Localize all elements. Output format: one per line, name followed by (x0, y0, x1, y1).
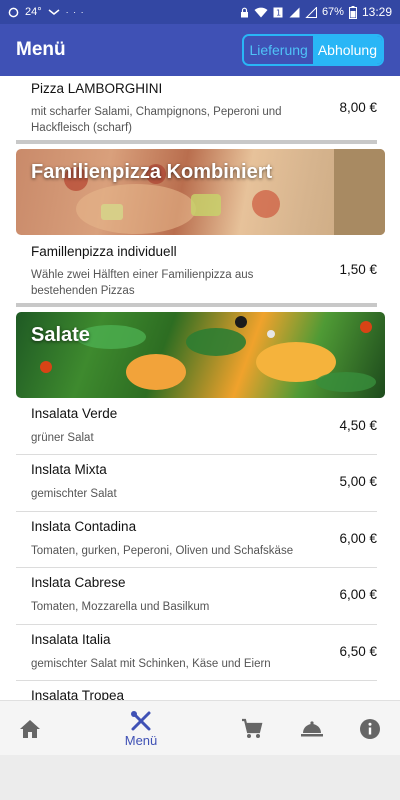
item-price: 6,00 € (339, 531, 377, 546)
list-item[interactable]: Inslata Mixta gemischter Salat 5,00 € (16, 455, 377, 512)
item-name: Inslata Contadina (31, 519, 137, 534)
item-price: 4,50 € (339, 418, 377, 433)
signal-2-icon (305, 6, 317, 18)
item-name: Inslata Mixta (31, 462, 107, 477)
sim-1-icon: 1 (273, 7, 283, 17)
nav-menu[interactable]: Menü (110, 701, 172, 756)
item-price: 6,50 € (339, 644, 377, 659)
nav-orders[interactable] (291, 701, 333, 756)
delivery-mode-toggle: Lieferung Abholung (242, 34, 384, 66)
item-name: Pizza LAMBORGHINI (31, 81, 163, 96)
temperature-text: 24° (25, 6, 42, 18)
banner-title: Familienpizza Kombiniert (31, 161, 273, 183)
app-bar: Menü Lieferung Abholung (0, 24, 400, 76)
clock-text: 13:29 (361, 5, 392, 19)
cutlery-icon (131, 710, 151, 730)
item-description: gemischter Salat mit Schinken, Käse und … (31, 658, 271, 670)
cart-icon (242, 718, 263, 738)
home-icon (20, 719, 40, 738)
delivery-tab[interactable]: Lieferung (244, 36, 313, 64)
banner-title: Salate (31, 324, 90, 346)
bottom-navigation: Menü (0, 700, 400, 755)
signal-icon (289, 7, 300, 17)
pickup-tab[interactable]: Abholung (312, 36, 382, 64)
item-description: mit scharfer Salami, Champignons, Pepero… (31, 106, 282, 134)
item-price: 1,50 € (339, 262, 377, 277)
list-item[interactable]: Insalata Verde grüner Salat 4,50 € (16, 399, 377, 455)
list-item[interactable]: Insalata Italia gemischter Salat mit Sch… (16, 625, 377, 681)
item-price: 8,00 € (339, 100, 377, 115)
status-bar: 24° · · · 1 67% 13:29 (0, 0, 400, 24)
missed-call-icon (48, 9, 60, 15)
wifi-icon (254, 7, 268, 17)
item-name: Insalata Tropea (31, 688, 125, 700)
item-description: grüner Salat (31, 432, 94, 444)
system-nav-area (0, 755, 400, 800)
app-screen: 24° · · · 1 67% 13:29 Menü Lieferung Abh… (0, 0, 400, 800)
item-name: Insalata Verde (31, 406, 118, 421)
list-item[interactable]: Famillenpizza individuell Wähle zwei Häl… (16, 236, 377, 302)
info-icon (360, 718, 380, 739)
nav-home[interactable] (10, 701, 50, 756)
page-title: Menü (16, 39, 66, 60)
category-banner-family-pizza[interactable]: Familienpizza Kombiniert (16, 149, 385, 235)
item-description: Wähle zwei Hälften einer Familienpizza a… (31, 269, 254, 297)
item-description: Tomaten, gurken, Peperoni, Oliven und Sc… (31, 545, 294, 557)
menu-list[interactable]: Pizza LAMBORGHINI mit scharfer Salami, C… (0, 76, 400, 700)
nav-cart[interactable] (232, 701, 272, 756)
category-banner-salads[interactable]: Salate (16, 312, 385, 398)
item-description: Tomaten, Mozzarella und Basilkum (31, 601, 210, 613)
item-name: Insalata Italia (31, 632, 111, 647)
data-saver-icon (8, 7, 19, 17)
list-item[interactable]: Pizza LAMBORGHINI mit scharfer Salami, C… (16, 76, 377, 138)
list-item[interactable]: Inslata Cabrese Tomaten, Mozzarella und … (16, 568, 377, 625)
cloche-icon (301, 720, 323, 736)
item-price: 5,00 € (339, 474, 377, 489)
item-name: Famillenpizza individuell (31, 244, 177, 259)
item-price: 6,00 € (339, 587, 377, 602)
battery-icon (348, 5, 357, 19)
nav-menu-label: Menü (124, 732, 158, 748)
nav-info[interactable] (350, 701, 390, 756)
item-description: gemischter Salat (31, 488, 117, 500)
more-notifications-dots: · · · (65, 7, 85, 17)
section-divider (16, 140, 377, 144)
battery-percent: 67% (321, 6, 344, 18)
lock-icon (240, 7, 248, 17)
svg-text:1: 1 (276, 8, 281, 17)
list-item[interactable]: Insalata Tropea (16, 681, 377, 700)
list-item[interactable]: Inslata Contadina Tomaten, gurken, Peper… (16, 512, 377, 568)
section-divider (16, 303, 377, 307)
item-name: Inslata Cabrese (31, 575, 126, 590)
